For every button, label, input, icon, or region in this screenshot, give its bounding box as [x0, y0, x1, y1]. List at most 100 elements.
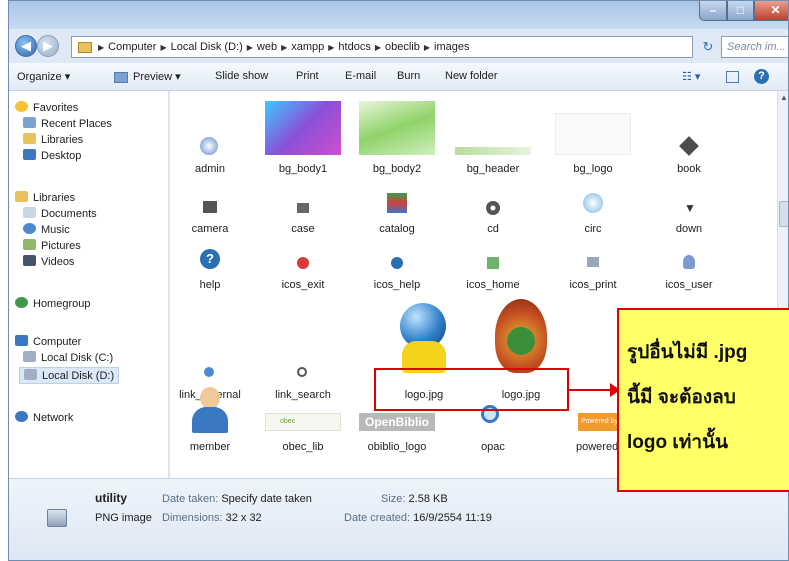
nav-local-disk-c[interactable]: Local Disk (C:) [23, 351, 113, 364]
case-icon [297, 203, 309, 213]
print-button[interactable]: Print [296, 70, 319, 82]
chevron-right-icon: ▶ [328, 42, 335, 52]
logo-thumbnail [386, 297, 462, 377]
breadcrumb-obeclib[interactable]: obeclib [385, 41, 420, 53]
drive-icon [23, 351, 36, 362]
nav-pictures[interactable]: Pictures [23, 239, 81, 252]
callout-line-1: รูปอื่นไม่มี .jpg [627, 342, 748, 363]
nav-music[interactable]: Music [23, 223, 70, 236]
views-icon[interactable]: ☷ ▾ [682, 70, 700, 83]
search-input[interactable]: Search im... [721, 36, 788, 58]
file-item-down[interactable]: ▼ down [649, 191, 729, 237]
scroll-thumb[interactable] [779, 201, 788, 227]
nav-local-disk-d[interactable]: Local Disk (D:) [19, 367, 120, 384]
logo-thumbnail [483, 297, 559, 377]
file-item-bg-header[interactable]: bg_header [453, 91, 533, 183]
scroll-up-icon[interactable]: ▲ [780, 93, 788, 102]
highlight-box [374, 368, 569, 411]
details-size: Size: 2.58 KB [381, 493, 448, 505]
print-icon [587, 257, 599, 267]
network-icon [15, 411, 28, 422]
file-item-book[interactable]: book [649, 91, 729, 183]
file-item-circ[interactable]: circ [553, 191, 633, 237]
forward-button[interactable]: ▶ [37, 35, 59, 57]
details-filename: utility [95, 491, 127, 505]
maximize-button[interactable]: □ [727, 1, 754, 21]
file-item-icos-user[interactable]: icos_user [649, 247, 729, 293]
annotation-callout: รูปอื่นไม่มี .jpg นี้มี จะต้องลบ logo เท… [617, 308, 789, 492]
nav-desktop[interactable]: Desktop [23, 149, 81, 162]
preview-pane-icon[interactable] [726, 71, 739, 83]
circ-icon [583, 193, 603, 213]
preview-icon [114, 72, 128, 83]
breadcrumb-images[interactable]: images [434, 41, 469, 53]
back-button[interactable]: ◀ [15, 35, 37, 57]
chevron-right-icon: ▶ [423, 42, 431, 52]
desktop-icon [23, 149, 36, 160]
file-item-catalog[interactable]: catalog [357, 191, 437, 237]
catalog-icon [387, 193, 407, 213]
callout-line-3: logo เท่านั้น [627, 432, 729, 453]
callout-line-2: นี้มี จะต้องลบ [627, 387, 736, 408]
computer-icon [15, 335, 28, 346]
nav-videos[interactable]: Videos [23, 255, 74, 268]
file-item-bg-body1[interactable]: bg_body1 [263, 91, 343, 183]
close-button[interactable]: ✕ [754, 1, 788, 21]
file-item-cd[interactable]: cd [453, 191, 533, 237]
libraries-icon [15, 191, 28, 202]
file-item-icos-home[interactable]: icos_home [453, 247, 533, 293]
file-item-camera[interactable]: camera [170, 191, 250, 237]
details-date-created: Date created: 16/9/2554 11:19 [344, 512, 492, 524]
obec-lib-thumbnail: obec [265, 413, 341, 431]
nav-computer[interactable]: Computer [15, 335, 81, 348]
file-item-bg-body2[interactable]: bg_body2 [357, 91, 437, 183]
chevron-right-icon: ▶ [246, 42, 253, 52]
file-item-admin[interactable]: admin [170, 91, 250, 183]
annotation-arrow [569, 389, 615, 391]
breadcrumb-local-disk-d[interactable]: Local Disk (D:) [171, 41, 243, 53]
chevron-right-icon: ▶ [374, 42, 381, 52]
email-button[interactable]: E-mail [345, 70, 376, 82]
file-item-case[interactable]: case [263, 191, 343, 237]
breadcrumb-web[interactable]: web [257, 41, 277, 53]
navigation-pane: Favorites Recent Places Libraries Deskto… [9, 91, 169, 478]
file-item-icos-exit[interactable]: icos_exit [263, 247, 343, 293]
file-item-obec-lib[interactable]: obec obec_lib [263, 387, 343, 477]
title-bar: – □ ✕ [9, 1, 788, 29]
new-folder-button[interactable]: New folder [445, 70, 498, 82]
file-item-icos-print[interactable]: icos_print [553, 247, 633, 293]
music-icon [23, 223, 36, 234]
nav-libraries-fav[interactable]: Libraries [23, 133, 83, 146]
preview-button[interactable]: Preview ▾ [133, 70, 181, 83]
minimize-button[interactable]: – [699, 1, 727, 21]
file-item-member[interactable]: member [170, 387, 250, 477]
nav-favorites[interactable]: Favorites [15, 101, 78, 114]
burn-button[interactable]: Burn [397, 70, 420, 82]
nav-recent-places[interactable]: Recent Places [23, 117, 112, 130]
chevron-right-icon: ▶ [160, 42, 167, 52]
date-taken-value[interactable]: Specify date taken [221, 493, 312, 505]
file-item-bg-logo[interactable]: bg_logo [553, 91, 633, 183]
nav-homegroup[interactable]: Homegroup [15, 297, 90, 310]
file-item-icos-help[interactable]: icos_help [357, 247, 437, 293]
address-bar[interactable]: ▶ Computer ▶ Local Disk (D:) ▶ web ▶ xampp ▶… [71, 36, 693, 58]
file-item-help[interactable]: ? help [170, 247, 250, 293]
cd-icon [486, 201, 500, 215]
chevron-right-icon: ▶ [281, 42, 288, 52]
refresh-icon[interactable]: ↻ [697, 36, 719, 58]
breadcrumb-computer[interactable]: Computer [108, 41, 156, 53]
home-icon [487, 257, 499, 269]
nav-documents[interactable]: Documents [23, 207, 97, 220]
videos-icon [23, 255, 36, 266]
command-bar: Organize ▾ Preview ▾ Slide show Print E-… [9, 63, 788, 91]
slideshow-button[interactable]: Slide show [215, 70, 268, 82]
nav-network[interactable]: Network [15, 411, 73, 424]
admin-icon [200, 137, 218, 155]
help-icon [391, 257, 403, 269]
breadcrumb-xampp[interactable]: xampp [291, 41, 324, 53]
organize-button[interactable]: Organize ▾ [17, 70, 70, 83]
nav-libraries[interactable]: Libraries [15, 191, 75, 204]
drive-icon [24, 369, 37, 380]
help-icon[interactable]: ? [754, 69, 769, 84]
breadcrumb-htdocs[interactable]: htdocs [338, 41, 370, 53]
